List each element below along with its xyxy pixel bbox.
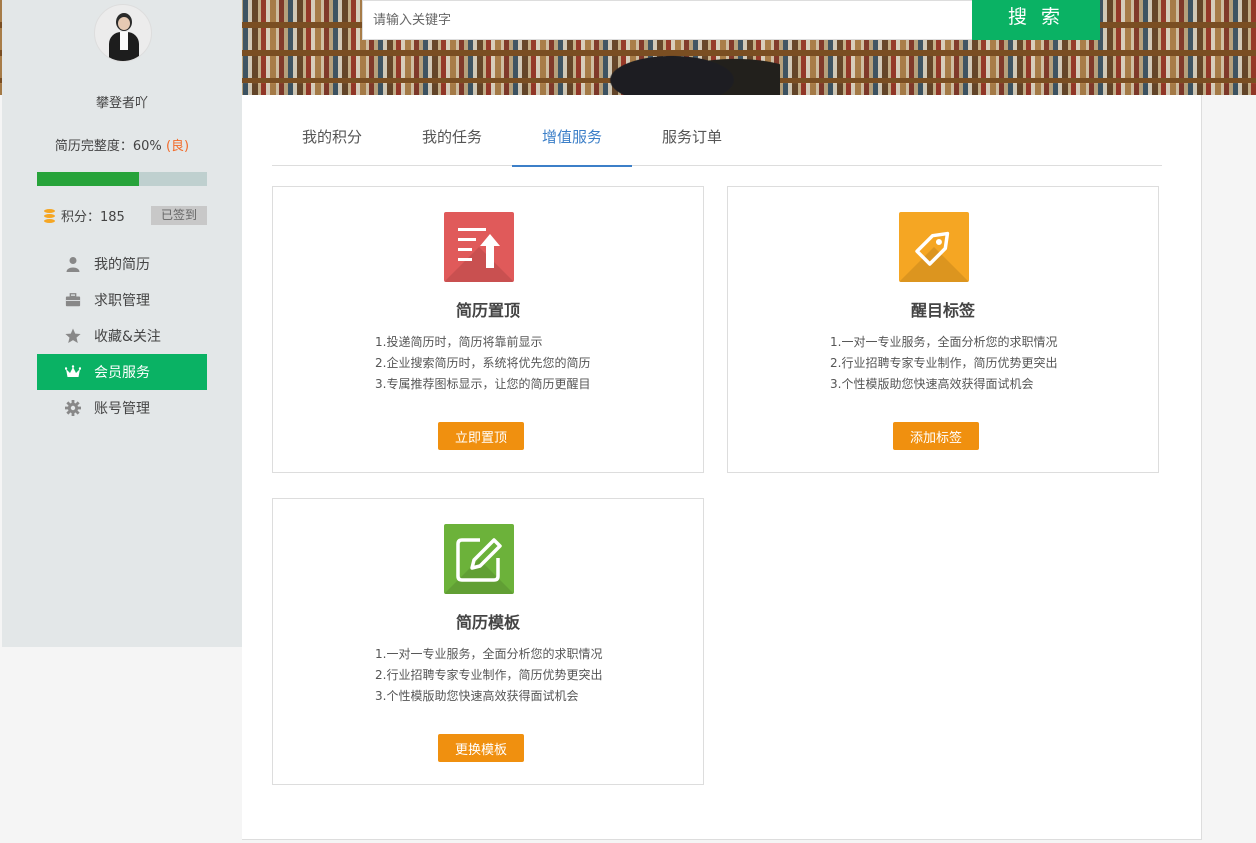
service-card-highlight-tag: 醒目标签 1.一对一专业服务，全面分析您的求职情况 2.行业招聘专家专业制作，简… bbox=[727, 186, 1159, 473]
tab-service-orders[interactable]: 服务订单 bbox=[632, 95, 752, 166]
points: 积分：185 bbox=[44, 206, 125, 225]
search-button[interactable]: 搜 索 bbox=[972, 0, 1100, 40]
tab-my-points[interactable]: 我的积分 bbox=[272, 95, 392, 166]
points-label: 积分：185 bbox=[61, 210, 125, 225]
crown-icon bbox=[65, 364, 81, 380]
progress-fill bbox=[37, 172, 139, 186]
coins-icon bbox=[44, 208, 55, 223]
sidebar-item-label: 收藏&关注 bbox=[94, 329, 161, 345]
service-line: 2.企业搜索简历时，系统将优先您的简历 bbox=[375, 356, 591, 370]
add-tag-button[interactable]: 添加标签 bbox=[893, 422, 979, 450]
gear-icon bbox=[65, 400, 81, 416]
edit-icon bbox=[444, 524, 514, 594]
tab-value-added-services[interactable]: 增值服务 bbox=[512, 95, 632, 167]
service-description: 1.一对一专业服务，全面分析您的求职情况 2.行业招聘专家专业制作，简历优势更突… bbox=[375, 644, 602, 707]
service-card-resume-top: 简历置顶 1.投递简历时，简历将靠前显示 2.企业搜索简历时，系统将优先您的简历… bbox=[272, 186, 704, 473]
service-title: 醒目标签 bbox=[910, 301, 975, 320]
service-description: 1.投递简历时，简历将靠前显示 2.企业搜索简历时，系统将优先您的简历 3.专属… bbox=[375, 332, 590, 395]
sidebar-item-label: 账号管理 bbox=[94, 401, 150, 417]
service-line: 1.投递简历时，简历将靠前显示 bbox=[375, 335, 543, 349]
sidebar-item-label: 我的简历 bbox=[94, 257, 150, 273]
change-template-button[interactable]: 更换模板 bbox=[438, 734, 524, 762]
tab-bar: 我的积分 我的任务 增值服务 服务订单 bbox=[272, 95, 1162, 167]
service-card-resume-template: 简历模板 1.一对一专业服务，全面分析您的求职情况 2.行业招聘专家专业制作，简… bbox=[272, 498, 704, 785]
star-icon bbox=[65, 328, 81, 344]
service-line: 3.个性模版助您快速高效获得面试机会 bbox=[375, 689, 579, 703]
tag-icon bbox=[899, 212, 969, 282]
service-title: 简历置顶 bbox=[455, 301, 520, 320]
sidebar-menu: 我的简历 求职管理 收藏&关注 会员服务 账号管理 bbox=[37, 246, 207, 426]
resume-completeness: 简历完整度：60% (良) bbox=[2, 135, 242, 154]
sidebar-item-membership[interactable]: 会员服务 bbox=[37, 354, 207, 390]
sidebar-item-job-management[interactable]: 求职管理 bbox=[37, 282, 207, 318]
briefcase-icon bbox=[65, 292, 81, 308]
resume-top-icon bbox=[444, 212, 514, 282]
sidebar-item-label: 会员服务 bbox=[94, 365, 150, 381]
tab-my-tasks[interactable]: 我的任务 bbox=[392, 95, 512, 166]
service-line: 2.行业招聘专家专业制作，简历优势更突出 bbox=[375, 668, 603, 682]
completeness-label: 简历完整度：60% bbox=[54, 139, 162, 154]
service-line: 2.行业招聘专家专业制作，简历优势更突出 bbox=[830, 356, 1058, 370]
service-line: 3.专属推荐图标显示，让您的简历更醒目 bbox=[375, 377, 591, 391]
sidebar-item-favorites[interactable]: 收藏&关注 bbox=[37, 318, 207, 354]
service-line: 1.一对一专业服务，全面分析您的求职情况 bbox=[375, 647, 603, 661]
sidebar: 攀登者吖 简历完整度：60% (良) 积分：185 已签到 我的简历 求职管理 … bbox=[2, 0, 242, 647]
completeness-grade: (良) bbox=[165, 139, 190, 154]
completeness-progress-bar bbox=[37, 172, 207, 186]
username: 攀登者吖 bbox=[95, 96, 148, 111]
search-input[interactable] bbox=[362, 0, 972, 40]
service-description: 1.一对一专业服务，全面分析您的求职情况 2.行业招聘专家专业制作，简历优势更突… bbox=[830, 332, 1057, 395]
service-title: 简历模板 bbox=[455, 613, 520, 632]
sidebar-item-resume[interactable]: 我的简历 bbox=[37, 246, 207, 282]
service-line: 3.个性模版助您快速高效获得面试机会 bbox=[830, 377, 1034, 391]
main-content: 我的积分 我的任务 增值服务 服务订单 简历置顶 1.投递简历时，简历将靠前显示… bbox=[242, 95, 1202, 840]
signin-status-badge[interactable]: 已签到 bbox=[151, 206, 207, 225]
service-line: 1.一对一专业服务，全面分析您的求职情况 bbox=[830, 335, 1058, 349]
sidebar-item-label: 求职管理 bbox=[94, 293, 150, 309]
pin-resume-button[interactable]: 立即置顶 bbox=[438, 422, 524, 450]
search-bar: 搜 索 bbox=[362, 0, 1100, 40]
avatar[interactable] bbox=[94, 4, 152, 62]
sidebar-item-account[interactable]: 账号管理 bbox=[37, 390, 207, 426]
user-icon bbox=[65, 256, 81, 272]
